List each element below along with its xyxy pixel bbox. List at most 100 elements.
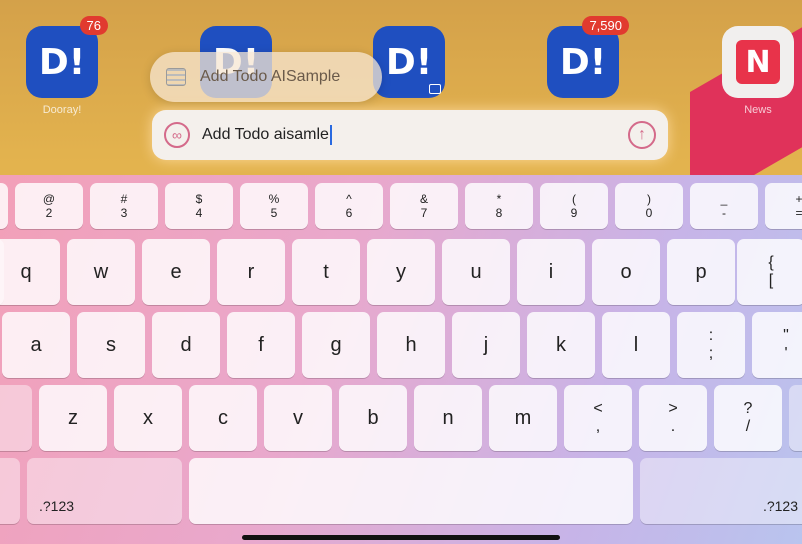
key-digit: 4	[195, 206, 203, 220]
key-letter[interactable]: l	[602, 312, 670, 378]
key-quote[interactable]: " '	[752, 312, 802, 378]
key-label: k	[556, 333, 566, 356]
key-letter[interactable]: d	[152, 312, 220, 378]
key-letter[interactable]: w	[67, 239, 135, 305]
send-arrow-icon[interactable]: ↑	[628, 121, 656, 149]
key-letter[interactable]: p	[667, 239, 735, 305]
key-symbol: *	[496, 192, 502, 206]
key-label: t	[323, 260, 329, 283]
key-label: g	[330, 333, 342, 356]
key-number[interactable]: $4	[165, 183, 233, 229]
key-symbol: >	[668, 400, 678, 417]
app-label: Dooray!	[42, 104, 82, 116]
key-letter[interactable]: s	[77, 312, 145, 378]
app-icon-dooray-3[interactable]: D!	[373, 26, 445, 98]
key-slash[interactable]: ? /	[714, 385, 782, 451]
key-symbol: [	[768, 272, 774, 289]
siri-type-input[interactable]: ∞ Add Todo aisamle ↑	[152, 110, 668, 160]
home-indicator[interactable]	[242, 535, 560, 540]
dooray-icon: D!	[373, 26, 445, 98]
key-label: w	[93, 260, 109, 283]
key-label: u	[470, 260, 482, 283]
key-letter[interactable]: v	[264, 385, 332, 451]
key-number[interactable]: #3	[90, 183, 158, 229]
key-label: m	[514, 406, 532, 429]
key-letter[interactable]: n	[414, 385, 482, 451]
key-symbol: ^	[346, 192, 352, 206]
key-number-1[interactable]	[0, 183, 8, 229]
key-label: .?123	[39, 498, 75, 514]
key-label: d	[180, 333, 192, 356]
key-label: h	[405, 333, 417, 356]
key-digit: 8	[495, 206, 503, 220]
key-number[interactable]: + =	[765, 183, 802, 229]
input-text[interactable]: Add Todo aisamle	[202, 126, 329, 144]
key-period[interactable]: >.	[639, 385, 707, 451]
dooray-icon: D! 7,590	[547, 16, 629, 98]
key-letter[interactable]: f	[227, 312, 295, 378]
key-number[interactable]: * 8	[465, 183, 533, 229]
notification-badge: 76	[79, 16, 108, 35]
key-number[interactable]: @2	[15, 183, 83, 229]
key-label: p	[695, 260, 707, 283]
key-number[interactable]: ^ 6	[315, 183, 383, 229]
key-letter[interactable]: h	[377, 312, 445, 378]
app-list-icon	[166, 68, 186, 86]
key-symbol: &	[419, 192, 428, 206]
key-label: e	[170, 260, 182, 283]
key-mode-right[interactable]: .?123	[640, 458, 802, 524]
key-letter[interactable]: e	[142, 239, 210, 305]
key-letter[interactable]: t	[292, 239, 360, 305]
key-letter[interactable]: j	[452, 312, 520, 378]
key-letter[interactable]: q	[0, 239, 60, 305]
shortcut-suggestion[interactable]: Add Todo AISample	[150, 52, 382, 102]
key-letter[interactable]: o	[592, 239, 660, 305]
key-number[interactable]: (9	[540, 183, 608, 229]
key-symbol: .	[670, 418, 676, 435]
key-digit: 0	[645, 206, 653, 220]
key-letter[interactable]: y	[367, 239, 435, 305]
key-label: x	[143, 406, 153, 429]
key-bracket[interactable]: {[	[737, 239, 802, 305]
app-icon-dooray[interactable]: D! 76 Dooray!	[26, 16, 108, 116]
key-label: i	[548, 260, 554, 283]
key-letter[interactable]: r	[217, 239, 285, 305]
key-letter[interactable]: x	[114, 385, 182, 451]
key-symbol: "	[783, 327, 789, 344]
key-number[interactable]: _ -	[690, 183, 758, 229]
key-letter[interactable]: b	[339, 385, 407, 451]
key-space[interactable]	[189, 458, 633, 524]
key-number[interactable]: % 5	[240, 183, 308, 229]
key-letter[interactable]: z	[39, 385, 107, 451]
key-digit: 7	[420, 206, 428, 220]
key-globe[interactable]	[0, 458, 20, 524]
app-icon-dooray-4[interactable]: D! 7,590	[547, 16, 629, 98]
key-symbol: ,	[595, 418, 601, 435]
key-symbol: :	[708, 327, 714, 344]
key-semicolon[interactable]: :;	[677, 312, 745, 378]
key-number[interactable]: & 7	[390, 183, 458, 229]
key-letter[interactable]: m	[489, 385, 557, 451]
key-shift-left[interactable]	[0, 385, 32, 451]
key-digit: 2	[45, 206, 53, 220]
key-letter[interactable]: k	[527, 312, 595, 378]
key-mode-left[interactable]: .?123	[27, 458, 182, 524]
key-symbol: ;	[708, 345, 714, 362]
app-icon-news[interactable]: N News	[722, 26, 794, 116]
key-letter[interactable]: i	[517, 239, 585, 305]
key-label: n	[442, 406, 454, 429]
key-letter[interactable]: u	[442, 239, 510, 305]
key-symbol: (	[572, 192, 576, 206]
key-letter[interactable]: g	[302, 312, 370, 378]
key-letter[interactable]: c	[189, 385, 257, 451]
text-caret	[329, 125, 332, 145]
key-comma[interactable]: <,	[564, 385, 632, 451]
key-label: y	[396, 260, 406, 283]
notification-badge: 7,590	[582, 16, 629, 35]
key-letter[interactable]: a	[2, 312, 70, 378]
key-shift-right[interactable]	[789, 385, 802, 451]
key-number[interactable]: ) 0	[615, 183, 683, 229]
key-symbol: <	[593, 400, 603, 417]
key-label: s	[106, 333, 116, 356]
key-label: z	[68, 406, 78, 429]
